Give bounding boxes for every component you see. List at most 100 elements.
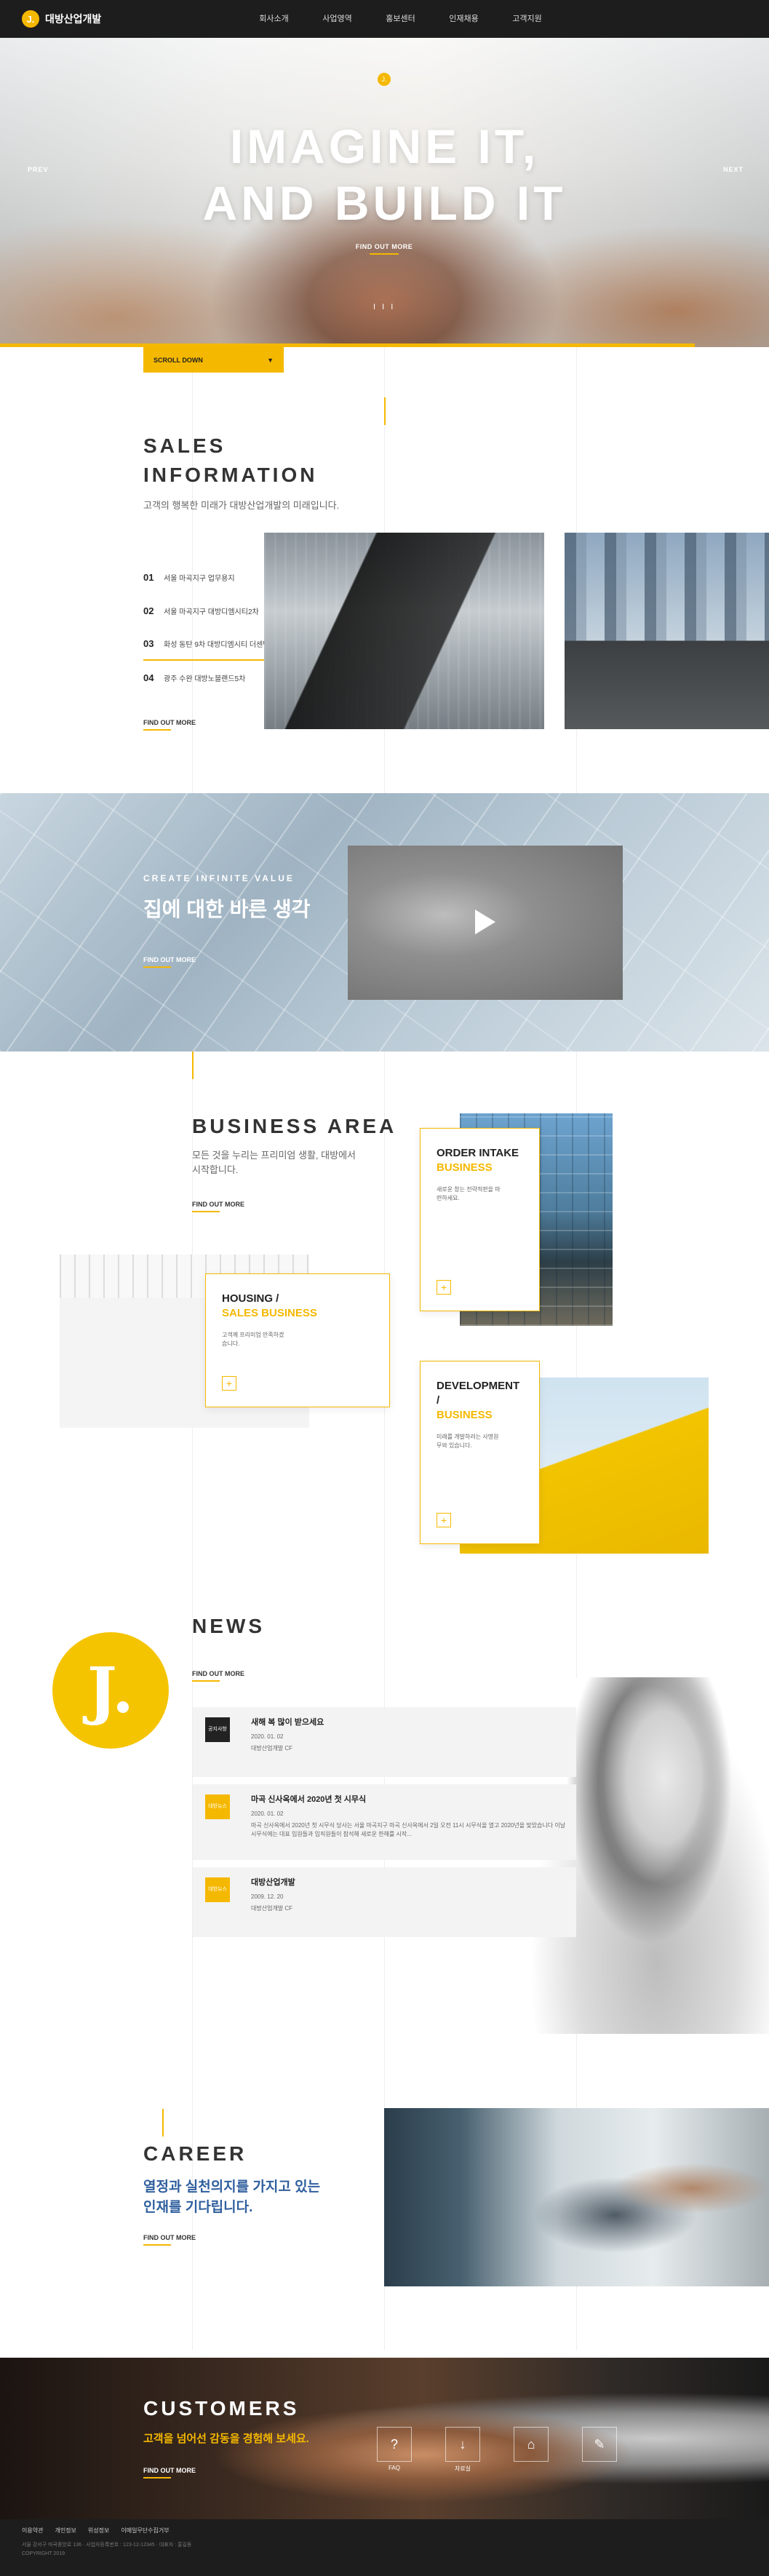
news-item[interactable]: 대방뉴스 대방산업개발 2009. 12. 20 대방산업개발 CF xyxy=(193,1867,576,1937)
section-accent-line xyxy=(192,1052,194,1079)
hero-title: IMAGINE IT, AND BUILD IT xyxy=(0,118,769,231)
nav-item-pr[interactable]: 홍보센터 xyxy=(369,0,432,38)
logo-text: 대방산업개발 xyxy=(45,13,102,25)
sales-title-line1: SALES xyxy=(143,434,226,457)
customers-download-link[interactable]: ↓ 자료실 xyxy=(445,2427,480,2473)
news-badge: 대방뉴스 xyxy=(205,1794,230,1819)
hero-next-button[interactable]: NEXT xyxy=(723,166,744,173)
video-find-out-more[interactable]: FIND OUT MORE xyxy=(143,956,196,968)
sales-building-image-1 xyxy=(264,533,544,729)
customers-doc-link[interactable]: ✎ xyxy=(582,2427,617,2465)
caret-down-icon: ▼ xyxy=(267,356,274,364)
career-desc: 열정과 실천의지를 가지고 있는 인재를 기다립니다. xyxy=(143,2177,320,2218)
cart-icon: ⌂ xyxy=(514,2427,549,2462)
footer-info: 서울 강서구 마곡중앙로 136 · 사업자등록번호 : 123-12-1234… xyxy=(22,2541,191,2559)
footer-link-terms[interactable]: 이용약관 xyxy=(22,2527,43,2535)
scroll-down-button[interactable]: SCROLL DOWN ▼ xyxy=(143,347,284,373)
sales-find-out-more[interactable]: FIND OUT MORE xyxy=(143,719,196,731)
news-badge: 대방뉴스 xyxy=(205,1877,230,1902)
video-title: 집에 대한 바른 생각 xyxy=(143,898,311,921)
footer-link-privacy[interactable]: 개인정보 xyxy=(55,2527,76,2535)
site-logo[interactable]: J. 대방산업개발 xyxy=(22,10,101,28)
sales-building-image-2 xyxy=(565,533,769,729)
news-item-date: 2009. 12. 20 xyxy=(251,1893,284,1900)
business-desc-line1: 모든 것을 누리는 프리미엄 생활, 대방에서 xyxy=(192,1150,356,1161)
doc-icon: ✎ xyxy=(582,2427,617,2462)
order-intake-card[interactable]: ORDER INTAKE BUSINESS 새로운 창는 전략적판을 마련하세요… xyxy=(420,1128,540,1311)
hero-pager[interactable]: I I I xyxy=(373,303,395,311)
career-desc-line2: 인재를 기다립니다. xyxy=(143,2200,253,2215)
career-find-out-more[interactable]: FIND OUT MORE xyxy=(143,2234,196,2246)
development-card[interactable]: DEVELOPMENT / BUSINESS 미래를 개발하려는 사명원무와 있… xyxy=(420,1361,540,1544)
sales-item-text: 화성 동탄 9차 대방디엠시티 더센텀 xyxy=(164,640,270,649)
faq-icon: ? xyxy=(377,2427,412,2462)
news-item-date: 2020. 01. 02 xyxy=(251,1733,284,1740)
sales-item-text: 광주 수완 대방노블랜드5차 xyxy=(164,675,246,683)
hero-progress-bar xyxy=(0,343,695,347)
news-item[interactable]: 대방뉴스 마곡 신사옥에서 2020년 첫 시무식 2020. 01. 02 마… xyxy=(193,1784,576,1860)
sales-item-text: 서울 마곡지구 업무용지 xyxy=(164,574,235,583)
sales-item-text: 서울 마곡지구 대방디엠시티2차 xyxy=(164,608,259,616)
news-item[interactable]: 공지사항 새해 복 많이 받으세요 2020. 01. 02 대방산업개발 CF xyxy=(193,1707,576,1777)
business-desc-line2: 시작합니다. xyxy=(192,1164,239,1175)
footer-links: 이용약관 개인정보 위성정보 이메일무단수집거부 xyxy=(22,2527,170,2535)
nav-item-business[interactable]: 사업영역 xyxy=(306,0,369,38)
site-footer: 이용약관 개인정보 위성정보 이메일무단수집거부 서울 강서구 마곡중앙로 13… xyxy=(0,2519,769,2576)
career-office-image xyxy=(384,2108,769,2286)
section-accent-line xyxy=(384,397,386,425)
news-item-title: 마곡 신사옥에서 2020년 첫 시무식 xyxy=(251,1795,367,1804)
news-item-date: 2020. 01. 02 xyxy=(251,1810,284,1817)
news-item-body: 마곡 신사옥에서 2020년 첫 시무식 당사는 서울 마곡지구 마곡 신사옥에… xyxy=(251,1822,566,1837)
dev-card-subtitle: BUSINESS xyxy=(437,1409,493,1421)
hero-find-out-more[interactable]: FIND OUT MORE xyxy=(355,243,413,255)
hero-prev-button[interactable]: PREV xyxy=(28,166,49,173)
plus-icon[interactable]: + xyxy=(437,1280,451,1295)
order-card-desc: 새로운 창는 전략적판을 마련하세요. xyxy=(437,1186,501,1201)
nav-item-recruit[interactable]: 인재채용 xyxy=(432,0,495,38)
footer-link-email[interactable]: 이메일무단수집거부 xyxy=(121,2527,169,2535)
hero-slider: J. IMAGINE IT, AND BUILD IT FIND OUT MOR… xyxy=(0,38,769,347)
dev-card-title: DEVELOPMENT / xyxy=(437,1380,520,1407)
section-accent-line xyxy=(162,2109,164,2136)
footer-address: 서울 강서구 마곡중앙로 136 · 사업자등록번호 : 123-12-1234… xyxy=(22,2543,192,2548)
download-icon: ↓ xyxy=(445,2427,480,2462)
hero-title-line2: AND BUILD IT xyxy=(202,176,567,230)
customers-home-link[interactable]: ⌂ xyxy=(514,2427,549,2465)
video-player[interactable] xyxy=(348,846,623,1000)
career-title: CAREER xyxy=(143,2142,247,2165)
business-title: BUSINESS AREA xyxy=(192,1115,397,1137)
sales-item-num: 04 xyxy=(143,672,154,683)
news-item-title: 대방산업개발 xyxy=(251,1878,295,1887)
sales-item-num: 01 xyxy=(143,571,154,583)
order-card-subtitle: BUSINESS xyxy=(437,1161,493,1174)
sales-item-num: 02 xyxy=(143,605,154,616)
nav-item-support[interactable]: 고객지원 xyxy=(495,0,559,38)
news-find-out-more[interactable]: FIND OUT MORE xyxy=(192,1670,244,1682)
news-badge: 공지사항 xyxy=(205,1717,230,1742)
sales-desc: 고객의 행복한 미래가 대방산업개발의 미래입니다. xyxy=(143,500,340,511)
business-find-out-more[interactable]: FIND OUT MORE xyxy=(192,1201,244,1212)
footer-link-location[interactable]: 위성정보 xyxy=(88,2527,109,2535)
dev-card-desc: 미래를 개발하려는 사명원무와 있습니다. xyxy=(437,1434,499,1449)
sales-heading: SALES INFORMATION xyxy=(143,432,317,490)
customers-find-out-more[interactable]: FIND OUT MORE xyxy=(143,2467,196,2478)
hero-title-line1: IMAGINE IT, xyxy=(229,119,540,173)
scroll-down-label: SCROLL DOWN xyxy=(154,356,203,364)
nav-item-company[interactable]: 회사소개 xyxy=(242,0,306,38)
business-desc: 모든 것을 누리는 프리미엄 생활, 대방에서 시작합니다. xyxy=(192,1148,356,1177)
sales-title-line2: INFORMATION xyxy=(143,464,318,486)
housing-card-desc: 고객께 프리미엄 만족하겠습니다. xyxy=(222,1332,284,1347)
play-icon[interactable] xyxy=(475,910,495,934)
plus-icon[interactable]: + xyxy=(437,1513,451,1527)
housing-card-subtitle: SALES BUSINESS xyxy=(222,1307,317,1319)
plus-icon[interactable]: + xyxy=(222,1376,236,1391)
main-nav: 회사소개 사업영역 홍보센터 인재채용 고객지원 xyxy=(242,0,559,38)
news-logo-icon: J. xyxy=(52,1632,169,1749)
footer-copyright: COPYRIGHT 2019 xyxy=(22,2551,65,2556)
customers-section: CUSTOMERS 고객을 넘어선 감동을 경험해 보세요. FIND OUT … xyxy=(0,2358,769,2519)
customers-icon-label: 자료실 xyxy=(454,2465,471,2472)
news-item-title: 새해 복 많이 받으세요 xyxy=(251,1718,324,1727)
customers-faq-link[interactable]: ? FAQ xyxy=(377,2427,412,2471)
housing-card-title: HOUSING / xyxy=(222,1292,279,1305)
housing-card[interactable]: HOUSING / SALES BUSINESS 고객께 프리미엄 만족하겠습니… xyxy=(205,1273,390,1407)
